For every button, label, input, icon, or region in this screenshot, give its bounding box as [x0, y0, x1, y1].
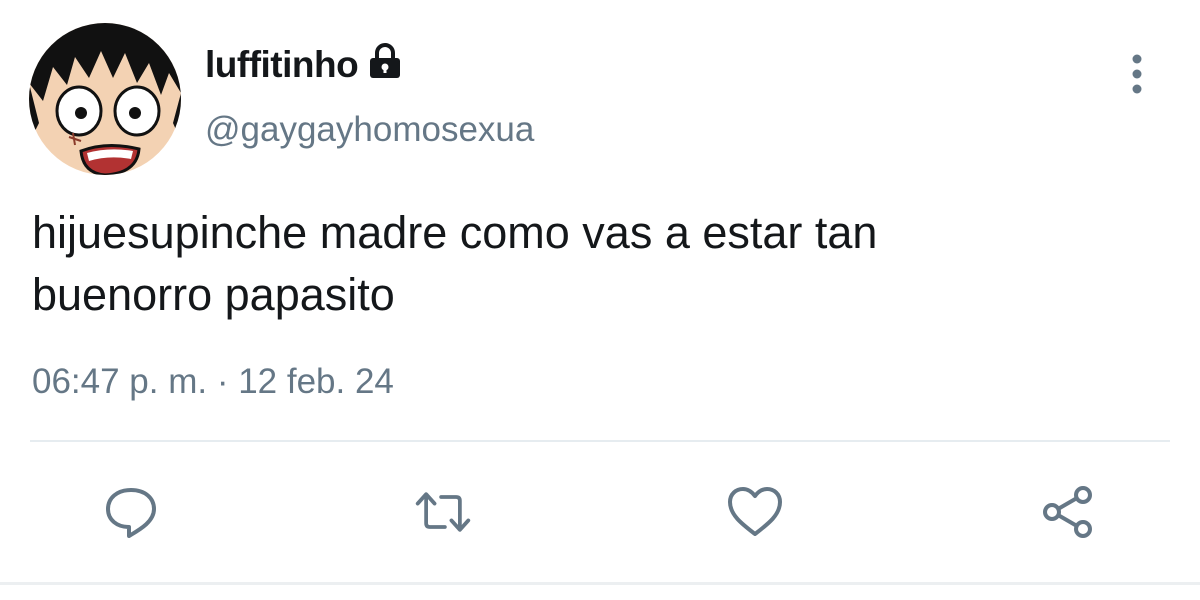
tweet-text-line: hijuesupinche madre como vas a estar tan	[32, 207, 878, 258]
more-vertical-icon[interactable]	[1122, 50, 1152, 100]
reply-icon	[106, 488, 156, 538]
share-icon	[1043, 486, 1092, 538]
share-button[interactable]	[1038, 482, 1098, 542]
avatar[interactable]	[29, 23, 181, 175]
display-name-row: luffitinho	[205, 40, 404, 90]
lock-icon	[366, 42, 404, 85]
bottom-divider	[0, 582, 1200, 585]
divider	[30, 440, 1170, 442]
tweet-text: hijuesupinche madre como vas a estar tan…	[32, 202, 1152, 326]
display-name[interactable]: luffitinho	[205, 44, 359, 86]
reply-button[interactable]	[101, 482, 161, 542]
avatar-image	[29, 23, 181, 175]
heart-icon	[728, 487, 782, 536]
user-handle[interactable]: @gaygayhomosexua	[205, 110, 534, 150]
retweet-icon	[415, 492, 471, 532]
tweet-timestamp[interactable]: 06:47 p. m. · 12 feb. 24	[32, 362, 394, 402]
like-button[interactable]	[725, 482, 785, 542]
tweet-text-line: buenorro papasito	[32, 269, 395, 320]
retweet-button[interactable]	[413, 482, 473, 542]
tweet-card: luffitinho @gaygayhomosexua hijuesupinch…	[0, 0, 1200, 600]
